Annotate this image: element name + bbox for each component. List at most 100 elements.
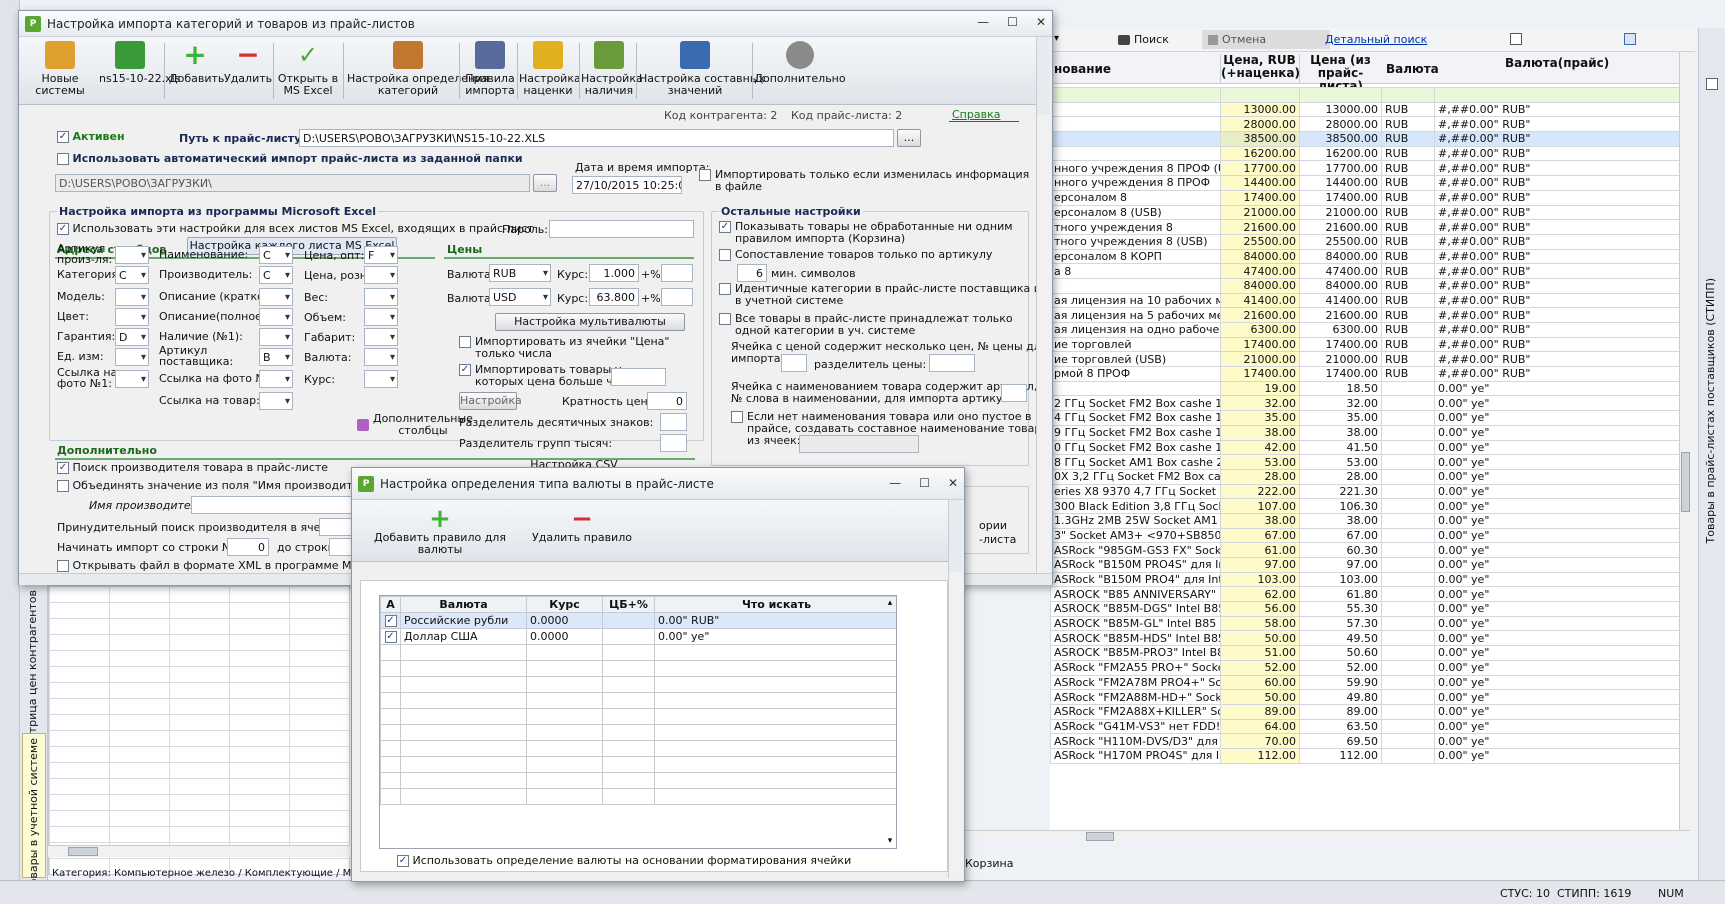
bg-table-row[interactable]: 8 ГГц Socket AM1 Box cashe 2Mb,53.0053.0… (1050, 454, 1687, 470)
right-pin-icon[interactable] (1706, 78, 1718, 90)
pct2-input[interactable] (661, 288, 693, 306)
rules-row[interactable] (380, 724, 896, 741)
rules-header-3[interactable]: ЦБ+% (602, 596, 655, 613)
rules-row[interactable] (380, 772, 896, 789)
bg-table-row[interactable]: нного учреждения 8 ПРОФ (USB)17700.00177… (1050, 160, 1687, 177)
bg-hscroll-thumb[interactable] (1086, 832, 1114, 841)
bg-table-row[interactable]: ASRock "H170M PRO4S" для Intel Core i7/C… (1050, 747, 1687, 764)
dialog-toolbar-scroll[interactable] (948, 500, 962, 572)
col-field3-0-select[interactable]: F (364, 246, 398, 264)
bg-table-row[interactable]: 19.00 18.50 0.00" ye" (1050, 380, 1687, 397)
rule-active-checkbox[interactable]: ✓ (384, 631, 397, 643)
bg-table-row[interactable]: 28000.00 28000.00 RUB #,##0.00" RUB" (1050, 116, 1687, 133)
col-field3-3-select[interactable] (364, 308, 398, 326)
col-field3-2-select[interactable] (364, 288, 398, 306)
bg-table-row[interactable]: ерсоналом 8 17400.00 17400.00 RUB #,##0.00" … (1050, 189, 1687, 206)
rules-row[interactable] (380, 756, 896, 773)
left-vtab-matrix[interactable]: Матрица цен контрагентов (26, 590, 39, 750)
all-sheets-checkbox[interactable]: ✓ Использовать эти настройки для всех ли… (57, 222, 534, 235)
price-number-input[interactable] (781, 354, 807, 372)
dialog-maximize-icon[interactable]: ☐ (919, 476, 930, 490)
bg-table-row[interactable]: 84000.00 84000.00 RUB #,##0.00" RUB" (1050, 277, 1687, 294)
rules-row[interactable]: ✓ Российские рубли 0.0000 0.00" RUB" (380, 612, 896, 629)
bg-vertical-scrollbar[interactable] (1679, 52, 1691, 832)
import-greater-checkbox[interactable]: ✓Импортировать товары у которых цена бол… (459, 364, 632, 388)
bg-table-row[interactable]: ASRock "FM2A88X+KILLER" Socket FM2 <A88X… (1050, 703, 1687, 720)
bg-table-row[interactable]: а 8 47400.00 47400.00 RUB #,##0.00" RUB" (1050, 263, 1687, 279)
bg-table-row[interactable]: ASRock "B150M PRO4" для Intel Core i7/Co… (1050, 571, 1687, 588)
rule-active-cell[interactable]: ✓ (380, 612, 401, 629)
min-symbols-input[interactable]: 6 (737, 264, 767, 282)
bg-table-row[interactable]: ASROCK "B85M-DGS" Intel B85 LGA 1150 для… (1050, 601, 1687, 617)
toolbar-scroll[interactable] (1036, 37, 1050, 115)
decimal-sep-input[interactable] (660, 413, 687, 431)
toolbar-btn-4[interactable]: ✓ Открыть в MS Excel (275, 41, 341, 97)
col-field2-6-select[interactable] (259, 370, 293, 388)
col-field-3-select[interactable] (115, 308, 149, 326)
folder-input[interactable]: D:\USERS\РОВО\ЗАГРУЗКИ\ (55, 174, 530, 192)
vendor-name-input[interactable] (191, 496, 371, 514)
bg-table-row[interactable]: 0X 3,2 ГГц Socket FM2 Box cashe28.0028.0… (1050, 468, 1687, 485)
toolbar-btn-5[interactable]: Настройка определения категорий (347, 41, 489, 97)
multicurrency-button[interactable]: Настройка мультивалюты (495, 313, 685, 331)
other-opt-2[interactable]: Идентичные категории в прайс-листе поста… (719, 283, 1041, 307)
bg-table-row[interactable]: 0 ГГц Socket FM2 Box cashe 1Mb,42.0041.5… (1050, 439, 1687, 456)
other-opt-0[interactable]: ✓ Показывать товары не обработанные ни од… (719, 221, 1013, 245)
rules-header-1[interactable]: Валюта (400, 596, 527, 613)
help-link[interactable]: Справка (952, 108, 1000, 121)
close-icon[interactable]: ✕ (1036, 15, 1046, 29)
rules-scroll-down[interactable]: ▾ (884, 836, 896, 848)
left-hscroll-thumb[interactable] (68, 847, 98, 856)
rate2-input[interactable]: 63.800 (589, 288, 639, 306)
combine-vendor-checkbox[interactable]: Объединять значение из поля "Имя произво… (57, 479, 389, 492)
rules-scroll-up[interactable]: ▴ (884, 598, 896, 610)
other-opt-3[interactable]: Все товары в прайс-листе принадлежат тол… (719, 313, 1013, 337)
cancel-search-button[interactable]: Отмена (1202, 30, 1330, 49)
bg-table-row[interactable]: 3" Socket AM3+ <970+SB850> F67.0067.000.… (1050, 527, 1687, 544)
rate1-input[interactable]: 1.000 (589, 264, 639, 282)
bg-table-row[interactable]: нного учреждения 8 ПРОФ 14400.00 14400.00 R… (1050, 175, 1687, 191)
rules-header-0[interactable]: А (380, 596, 401, 613)
col-field-1-select[interactable]: C (115, 266, 149, 284)
bg-table-row[interactable]: 300 Black Edition 3,8 ГГц Socket A107.00… (1050, 498, 1687, 514)
only-changed-checkbox[interactable]: Импортировать только если изменилась инф… (699, 169, 1029, 193)
other-opt-1[interactable]: Сопоставление товаров только по артикулу (719, 249, 992, 261)
left-vtab-goods-box[interactable]: Товары в учетной системе (22, 733, 46, 892)
bg-table-row[interactable]: ая лицензия на 5 рабочих мест 21600.00 216… (1050, 307, 1687, 323)
import-numbers-only-checkbox[interactable]: Импортировать из ячейки "Цена" только чи… (459, 336, 670, 360)
browse-path-button[interactable]: ... (897, 129, 921, 147)
bg-table-row[interactable]: ASRock "FM2A78M PRO4+" Socket FM2 <A78> … (1050, 674, 1687, 691)
dialog-scroll[interactable] (948, 572, 962, 878)
toolbar-btn-0[interactable]: Новые системы (29, 41, 91, 97)
price-separator-input[interactable] (929, 354, 975, 372)
bg-table-row[interactable] (1050, 87, 1687, 103)
toolbar-btn-10[interactable]: Дополнительно (754, 41, 846, 85)
col-field2-2-select[interactable] (259, 288, 293, 306)
main-window-scroll[interactable] (1036, 115, 1050, 573)
col-field3-6-select[interactable] (364, 370, 398, 388)
col-field3-5-select[interactable] (364, 348, 398, 366)
rules-row[interactable] (380, 740, 896, 757)
bg-table-row[interactable]: ASRock "985GM-GS3 FX" Socket AM3+ поддер… (1050, 542, 1687, 558)
bg-horizontal-scrollbar[interactable] (960, 830, 1690, 842)
bg-table-row[interactable]: ая лицензия на 10 рабочих мест41400.0041… (1050, 292, 1687, 309)
bg-table-row[interactable]: 38500.00 38500.00 RUB #,##0.00" RUB" (1050, 131, 1687, 147)
bg-scroll-thumb[interactable] (1681, 452, 1690, 512)
bg-table-row[interactable]: ASRock "FM2A88M-HD+" Socket FM2 <A88X>, … (1050, 689, 1687, 705)
extra-columns-button[interactable]: Дополнительные столбцы (357, 413, 473, 437)
bg-table-row[interactable]: ASRock "H110M-DVS/D3" для Intel Core i7/… (1050, 733, 1687, 749)
rules-row[interactable] (380, 788, 896, 805)
rule-active-cell[interactable]: ✓ (380, 628, 401, 645)
bg-table-row[interactable]: ASRock "FM2A55 PRO+" Socket FM2 <A55> 2x… (1050, 659, 1687, 676)
rules-header-2[interactable]: Курс (526, 596, 603, 613)
bg-table-row[interactable]: ASROCK "B85M-GL" Intel B85 LGA 1150!!! д… (1050, 615, 1687, 632)
bg-table-row[interactable]: тного учреждения 8 21600.00 21600.00 RUB #,#… (1050, 219, 1687, 235)
search-button[interactable]: Поиск (1118, 33, 1169, 46)
minimize-icon[interactable]: — (977, 15, 989, 29)
toolbar-btn-6[interactable]: Правила импорта (464, 41, 516, 97)
bg-table-row[interactable]: ие торговлей (USB) 21000.00 21000.00 RUB #,#… (1050, 351, 1687, 368)
bg-table-row[interactable]: ая лицензия на одно рабочее мес6300.0063… (1050, 322, 1687, 338)
export-icon[interactable] (1510, 33, 1522, 45)
bg-table-row[interactable]: eries X8 9370 4,7 ГГц Socket AM3+222.002… (1050, 483, 1687, 500)
datetime-input[interactable]: 27/10/2015 10:25:06 (572, 176, 682, 194)
